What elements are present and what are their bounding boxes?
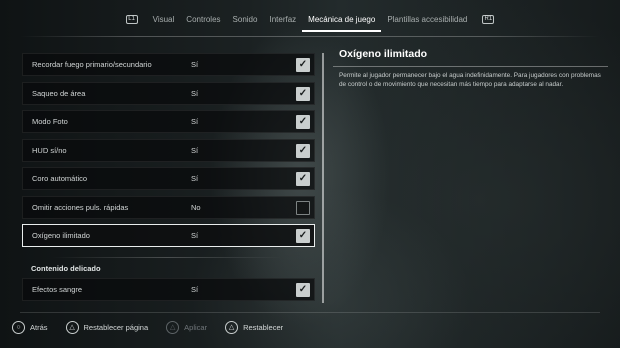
setting-value: Sí	[191, 231, 199, 240]
setting-row-efectos-sangre[interactable]: Efectos sangre Sí ✓	[22, 278, 315, 301]
checkbox-unchecked-icon[interactable]	[296, 200, 310, 215]
setting-value: Sí	[191, 117, 199, 126]
reset-page-label: Restablecer página	[83, 322, 149, 332]
setting-label: Omitir acciones puls. rápidas	[32, 202, 129, 212]
tab-sonido[interactable]: Sonido	[233, 9, 258, 30]
tab-bar-divider	[20, 36, 600, 37]
setting-label: HUD sí/no	[32, 145, 67, 155]
checkbox-checked-icon[interactable]: ✓	[296, 283, 310, 297]
settings-list: Recordar fuego primario/secundario Sí ✓ …	[22, 53, 315, 307]
apply-label: Aplicar	[184, 322, 208, 332]
back-button[interactable]: ○ Atrás	[12, 320, 48, 334]
l1-bumper-icon[interactable]: L1	[125, 14, 138, 24]
footer-divider	[20, 312, 600, 313]
description-title: Oxígeno ilimitado	[339, 48, 428, 60]
setting-label: Saqueo de área	[32, 88, 86, 98]
setting-value: Sí	[191, 145, 199, 155]
checkbox-checked-icon[interactable]: ✓	[296, 58, 310, 72]
scrollbar-track[interactable]	[322, 53, 324, 303]
setting-row-omitir-acciones[interactable]: Omitir acciones puls. rápidas No	[22, 195, 315, 219]
r1-bumper-icon[interactable]: R1	[482, 14, 495, 24]
setting-label: Oxígeno ilimitado	[32, 231, 90, 240]
setting-value: Sí	[191, 285, 199, 294]
setting-row-oxigeno-ilimitado[interactable]: Oxígeno ilimitado Sí ✓	[22, 224, 315, 247]
tab-controles[interactable]: Controles	[186, 9, 220, 30]
tab-interfaz[interactable]: Interfaz	[269, 9, 296, 30]
setting-value: Sí	[191, 174, 199, 183]
setting-label: Recordar fuego primario/secundario	[32, 60, 152, 69]
setting-value: Sí	[191, 88, 199, 98]
circle-button-icon: ○	[12, 320, 25, 334]
description-text: Permite al jugador permanecer bajo el ag…	[339, 72, 601, 88]
footer-actions: ○ Atrás △ Restablecer página △ Aplicar △…	[12, 319, 301, 335]
checkbox-checked-icon[interactable]: ✓	[296, 115, 310, 129]
checkbox-checked-icon[interactable]: ✓	[296, 143, 310, 158]
reset-page-button[interactable]: △ Restablecer página	[65, 320, 149, 334]
scrollbar-thumb[interactable]	[322, 53, 324, 303]
reset-label: Restablecer	[243, 322, 284, 332]
reset-button[interactable]: △ Restablecer	[225, 320, 284, 334]
triangle-button-icon: △	[225, 320, 239, 334]
description-divider	[333, 66, 608, 67]
setting-row-hud[interactable]: HUD sí/no Sí ✓	[22, 138, 315, 162]
setting-row-modo-foto[interactable]: Modo Foto Sí ✓	[22, 110, 315, 133]
tab-visual[interactable]: Visual	[153, 9, 175, 30]
setting-label: Efectos sangre	[32, 285, 83, 294]
description-panel: Oxígeno ilimitado Permite al jugador per…	[333, 48, 608, 89]
tab-plantillas-accesibilidad[interactable]: Plantillas accesibilidad	[387, 9, 467, 30]
checkbox-checked-icon[interactable]: ✓	[296, 86, 310, 101]
setting-label: Coro automático	[32, 174, 88, 183]
triangle-button-icon: △	[166, 320, 180, 334]
setting-row-saqueo-de-area[interactable]: Saqueo de área Sí ✓	[22, 81, 315, 105]
back-label: Atrás	[30, 322, 48, 332]
settings-tab-bar: L1 Visual Controles Sonido Interfaz Mecá…	[0, 0, 620, 38]
triangle-button-icon: △	[65, 320, 79, 334]
checkbox-checked-icon[interactable]: ✓	[296, 229, 310, 243]
setting-value: Sí	[191, 60, 199, 69]
setting-row-recordar-fuego[interactable]: Recordar fuego primario/secundario Sí ✓	[22, 53, 315, 76]
setting-value: No	[191, 202, 201, 212]
checkbox-checked-icon[interactable]: ✓	[296, 172, 310, 186]
section-divider	[52, 257, 282, 258]
setting-row-coro-automatico[interactable]: Coro automático Sí ✓	[22, 167, 315, 190]
tab-mecanica-de-juego[interactable]: Mecánica de juego	[302, 9, 382, 32]
section-title: Contenido delicado	[31, 264, 101, 273]
apply-button[interactable]: △ Aplicar	[166, 320, 208, 334]
setting-label: Modo Foto	[32, 117, 68, 126]
